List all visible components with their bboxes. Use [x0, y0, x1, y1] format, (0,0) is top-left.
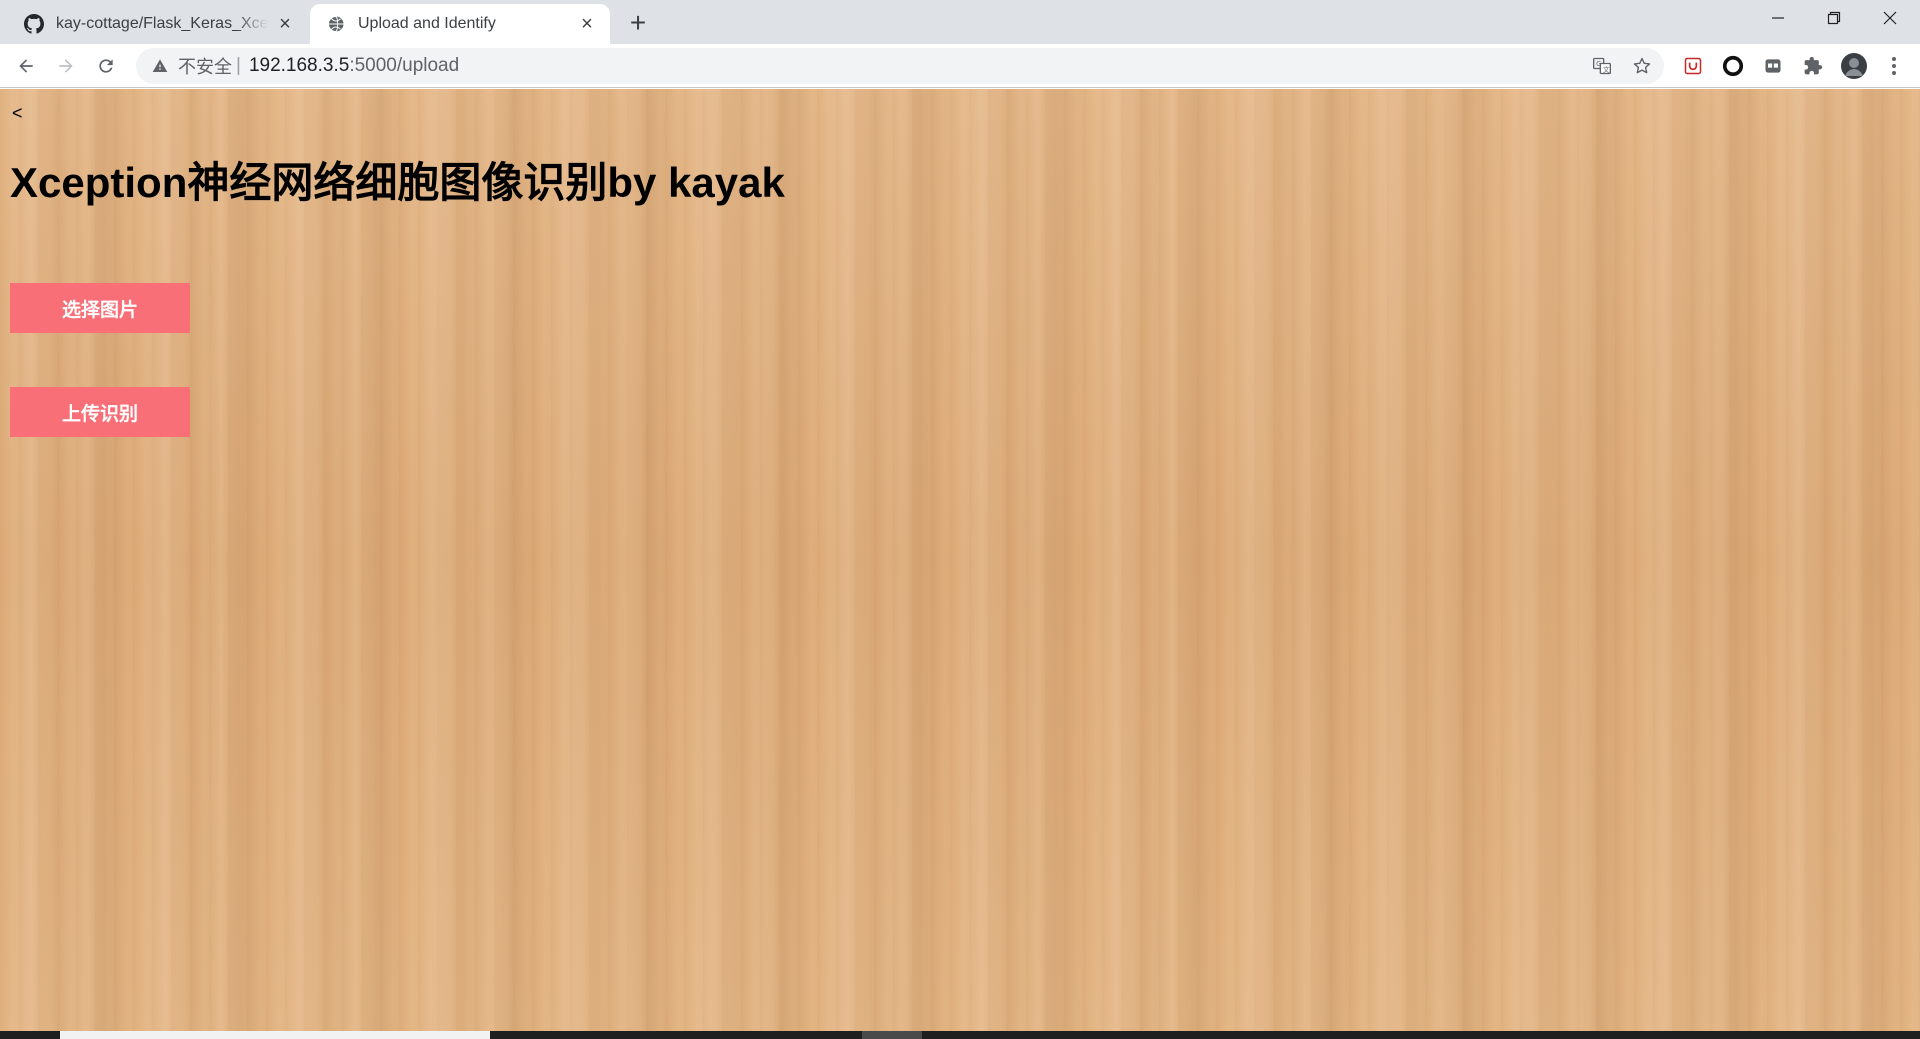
close-window-button[interactable] [1862, 0, 1918, 36]
svg-text:文: 文 [1603, 65, 1610, 74]
warning-icon[interactable] [150, 56, 170, 76]
minimize-button[interactable] [1750, 0, 1806, 36]
taskbar [0, 1031, 1920, 1039]
bookmark-star-icon[interactable] [1628, 52, 1656, 80]
github-icon [24, 14, 44, 34]
restore-icon [1827, 11, 1841, 25]
minimize-icon [1772, 17, 1784, 19]
tab-title: kay-cottage/Flask_Keras_Xception [56, 15, 268, 32]
back-button[interactable] [10, 50, 42, 82]
new-tab-button[interactable]: + [622, 7, 654, 39]
tab-title: Upload and Identify [358, 15, 496, 32]
tab-github-repo[interactable]: kay-cottage/Flask_Keras_Xception × [8, 4, 308, 44]
tab-close-icon[interactable]: × [274, 13, 296, 35]
page-title: Xception神经网络细胞图像识别by kayak [10, 159, 785, 206]
puzzle-icon[interactable] [1799, 52, 1827, 80]
upload-identify-button[interactable]: 上传识别 [10, 387, 190, 437]
security-label[interactable]: 不安全 [178, 53, 232, 79]
tab-close-icon[interactable]: × [576, 13, 598, 35]
extension-shield-icon[interactable] [1679, 52, 1707, 80]
extension-box-icon[interactable] [1759, 52, 1787, 80]
url-host: 192.168.3.5 [248, 55, 350, 76]
back-icon [19, 59, 33, 73]
address-separator: | [236, 55, 241, 76]
globe-icon [326, 14, 346, 34]
select-image-button[interactable]: 选择图片 [10, 283, 190, 333]
forward-button[interactable] [50, 50, 82, 82]
reload-button[interactable] [90, 50, 122, 82]
back-link[interactable]: < [12, 103, 23, 124]
restore-button[interactable] [1806, 0, 1862, 36]
profile-avatar[interactable] [1839, 51, 1869, 81]
menu-kebab-icon[interactable] [1880, 52, 1908, 80]
reload-icon [99, 59, 113, 73]
svg-text:G: G [1596, 60, 1601, 68]
extension-circle-icon[interactable] [1719, 52, 1747, 80]
page-content: < Xception神经网络细胞图像识别by kayak 选择图片 上传识别 [0, 89, 1920, 1031]
address-bar[interactable]: 不安全 | 192.168.3.5 :5000/upload [136, 48, 1664, 84]
forward-icon [59, 59, 73, 73]
tab-strip: kay-cottage/Flask_Keras_Xception × Uploa… [0, 0, 1920, 44]
translate-icon[interactable]: G文 [1588, 52, 1616, 80]
taskbar-item[interactable] [862, 1031, 922, 1039]
url-path: :5000/upload [349, 55, 460, 76]
tab-upload-identify[interactable]: Upload and Identify × [310, 4, 610, 44]
taskbar-item[interactable] [60, 1031, 490, 1039]
close-icon [1883, 11, 1897, 25]
browser-toolbar: 不安全 | 192.168.3.5 :5000/upload G文 [0, 44, 1920, 88]
